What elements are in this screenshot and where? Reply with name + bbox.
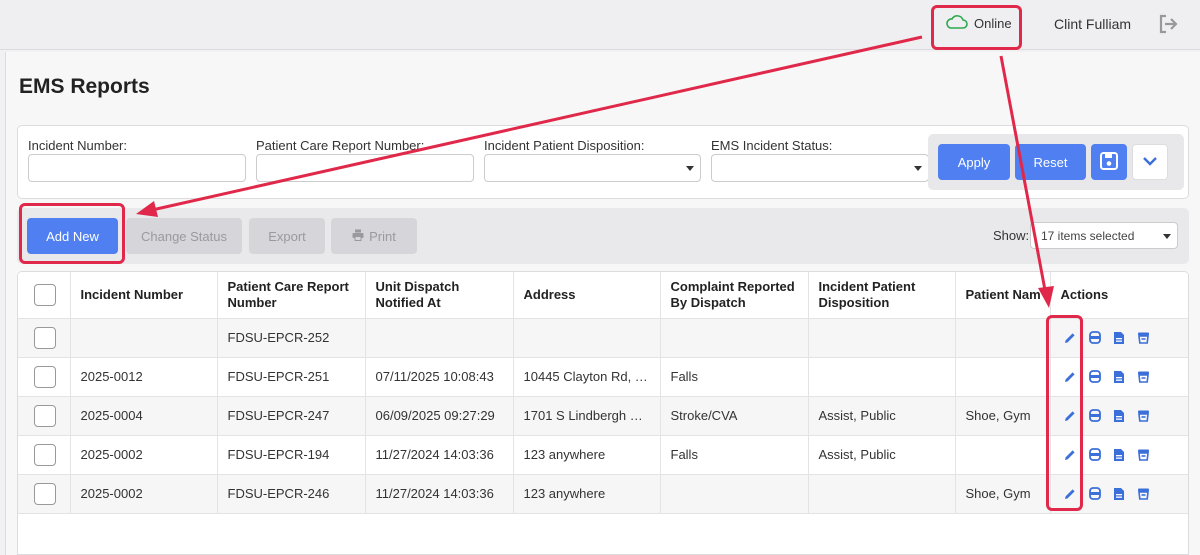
arrowhead	[1038, 286, 1054, 308]
arrow-to-edit	[999, 55, 1047, 291]
arrowhead	[136, 201, 158, 217]
annotation-arrows	[136, 35, 1054, 308]
arrow-to-add-new	[151, 35, 923, 212]
